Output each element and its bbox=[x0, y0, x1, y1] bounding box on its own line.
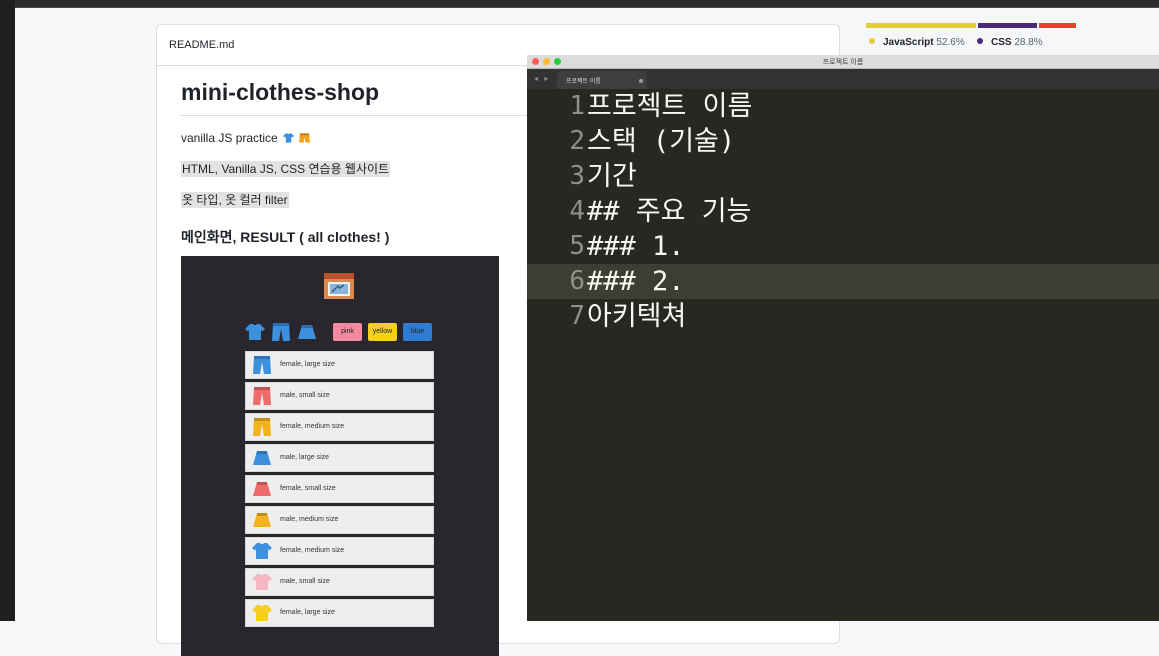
tshirt-filter-button[interactable] bbox=[245, 322, 265, 342]
unsaved-dot-icon[interactable] bbox=[639, 79, 643, 83]
pants-icon bbox=[253, 356, 271, 374]
line-number: 3 bbox=[569, 161, 585, 191]
language-name: JavaScript bbox=[883, 37, 934, 48]
skirt-icon bbox=[253, 482, 271, 496]
editor-tab[interactable]: 프로젝트 이름 bbox=[557, 71, 647, 89]
line-text[interactable]: 아키텍쳐 bbox=[587, 299, 686, 334]
list-item: male, small size bbox=[245, 382, 434, 410]
line-text[interactable]: ## 주요 기능 bbox=[587, 194, 751, 229]
tab-nav-arrows-icon[interactable]: ◂ ▸ bbox=[534, 74, 550, 83]
language-bar-segment bbox=[1039, 23, 1076, 28]
blue-filter-button[interactable]: blue bbox=[403, 323, 432, 341]
language-bar-segment bbox=[866, 23, 976, 28]
pants-icon bbox=[253, 387, 271, 405]
editor-tab-label: 프로젝트 이름 bbox=[566, 79, 601, 85]
editor-line[interactable]: 6 ### 2. bbox=[527, 264, 1159, 299]
list-item-text: male, medium size bbox=[280, 516, 339, 523]
skirt-filter-button[interactable] bbox=[297, 322, 317, 342]
list-item-text: male, small size bbox=[280, 392, 330, 399]
editor-line[interactable]: 4 ## 주요 기능 bbox=[527, 194, 1159, 229]
repo-title: mini-clothes-shop bbox=[181, 79, 380, 105]
clothes-list: female, large size male, small size female… bbox=[245, 351, 434, 630]
skirt-icon bbox=[253, 513, 271, 527]
language-bar bbox=[866, 23, 1078, 28]
list-item-text: male, large size bbox=[280, 454, 330, 461]
readme-filename[interactable]: README.md bbox=[169, 39, 234, 51]
line-text[interactable]: 기간 bbox=[587, 159, 637, 194]
list-item: female, large size bbox=[245, 351, 434, 379]
css-dot-icon bbox=[977, 38, 983, 44]
filter-text: 옷 타입, 옷 컬러 filter bbox=[181, 192, 289, 208]
list-item: female, small size bbox=[245, 475, 434, 503]
description-line: vanilla JS practice bbox=[181, 131, 311, 145]
line-number: 4 bbox=[569, 196, 585, 226]
tshirt-icon bbox=[252, 605, 272, 621]
line-number: 5 bbox=[569, 231, 585, 261]
editor-line[interactable]: 2 스택 (기술) bbox=[527, 124, 1159, 159]
tech-line: HTML, Vanilla JS, CSS 연습용 웹사이트 bbox=[181, 160, 391, 177]
list-item: female, large size bbox=[245, 599, 434, 627]
line-number: 7 bbox=[569, 301, 585, 331]
line-text[interactable]: ### 2. bbox=[587, 264, 685, 299]
pants-icon bbox=[253, 418, 271, 436]
list-item: male, small size bbox=[245, 568, 434, 596]
language-name: CSS bbox=[991, 37, 1012, 48]
tech-text: HTML, Vanilla JS, CSS 연습용 웹사이트 bbox=[181, 161, 391, 177]
editor-window-title: 프로젝트 이름 bbox=[822, 59, 864, 66]
left-dark-strip bbox=[0, 0, 15, 621]
line-text[interactable]: 프로젝트 이름 bbox=[587, 89, 752, 124]
line-text[interactable]: 스택 (기술) bbox=[587, 124, 735, 159]
list-item-text: male, small size bbox=[280, 578, 330, 585]
list-item: male, medium size bbox=[245, 506, 434, 534]
pants-filter-button[interactable] bbox=[271, 322, 291, 342]
line-number: 1 bbox=[569, 91, 585, 121]
result-heading: 메인화면, RESULT ( all clothes! ) bbox=[181, 229, 390, 245]
editor-line[interactable]: 3 기간 bbox=[527, 159, 1159, 194]
list-item-text: female, medium size bbox=[280, 423, 345, 430]
tshirt-emoji-icon bbox=[283, 133, 295, 143]
list-item-text: female, medium size bbox=[280, 547, 345, 554]
editor-titlebar: 프로젝트 이름 bbox=[527, 55, 1159, 69]
line-number: 2 bbox=[569, 126, 585, 156]
editor-line[interactable]: 1 프로젝트 이름 bbox=[527, 89, 1159, 124]
shop-screenshot: pink yellow blue female, large size male,… bbox=[181, 256, 499, 656]
line-text[interactable]: ### 1. bbox=[587, 229, 685, 264]
list-item: female, medium size bbox=[245, 413, 434, 441]
language-bar-segment bbox=[978, 23, 1037, 28]
top-dark-strip bbox=[15, 0, 1159, 8]
tshirt-icon bbox=[252, 543, 272, 559]
list-item: male, large size bbox=[245, 444, 434, 472]
filter-line: 옷 타입, 옷 컬러 filter bbox=[181, 191, 289, 208]
shop-logo-icon bbox=[324, 273, 354, 299]
list-item-text: female, small size bbox=[280, 485, 336, 492]
language-legend-javascript[interactable]: JavaScript 52.6% bbox=[869, 37, 965, 48]
pink-filter-button[interactable]: pink bbox=[333, 323, 362, 341]
skirt-icon bbox=[253, 451, 271, 465]
shorts-emoji-icon bbox=[299, 133, 311, 143]
tshirt-icon bbox=[252, 574, 272, 590]
editor-tabbar: ◂ ▸ 프로젝트 이름 bbox=[527, 69, 1159, 89]
language-percent: 52.6% bbox=[936, 37, 965, 48]
list-item-text: female, large size bbox=[280, 361, 335, 368]
editor-line[interactable]: 7 아키텍쳐 bbox=[527, 299, 1159, 334]
list-item: female, medium size bbox=[245, 537, 434, 565]
yellow-filter-button[interactable]: yellow bbox=[368, 323, 397, 341]
list-item-text: female, large size bbox=[280, 609, 335, 616]
title-divider bbox=[181, 115, 561, 116]
editor-line[interactable]: 5 ### 1. bbox=[527, 229, 1159, 264]
language-percent: 28.8% bbox=[1014, 37, 1043, 48]
editor-window: 프로젝트 이름 ◂ ▸ 프로젝트 이름 1 프로젝트 이름 2 스택 (기술) 3 기간 4… bbox=[527, 55, 1159, 621]
language-legend-css[interactable]: CSS 28.8% bbox=[977, 37, 1043, 48]
line-number: 6 bbox=[527, 264, 585, 299]
javascript-dot-icon bbox=[869, 38, 875, 44]
description-text: vanilla JS practice bbox=[181, 131, 278, 145]
